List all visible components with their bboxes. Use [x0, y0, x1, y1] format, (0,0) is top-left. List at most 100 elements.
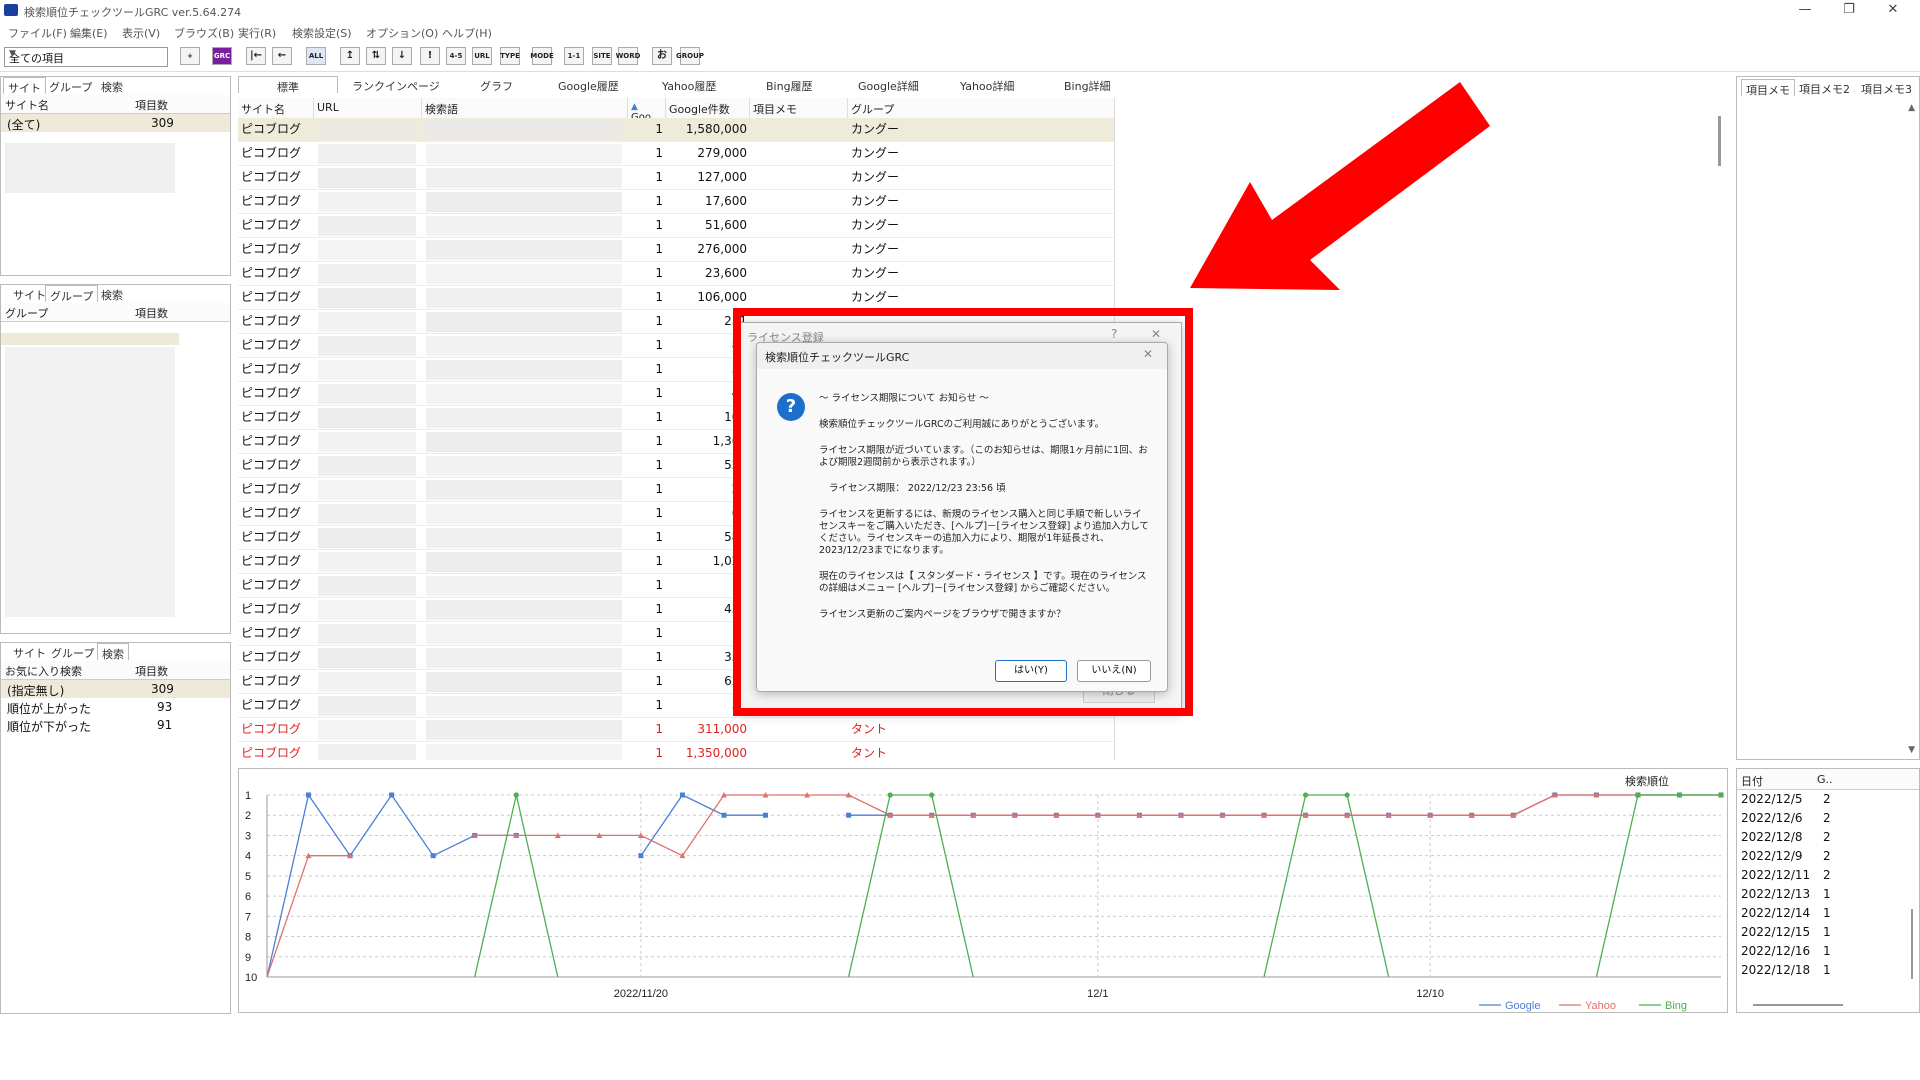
list-item[interactable]: (全て) 309	[1, 114, 230, 132]
date-hscrollbar[interactable]	[1753, 1004, 1843, 1006]
date-row[interactable]: 2022/12/9 2	[1737, 847, 1919, 866]
tab-group[interactable]: グループ	[45, 285, 99, 303]
data-point-bing	[887, 792, 893, 798]
table-row[interactable]: ピコブログ 1 51,600 カングー	[238, 214, 1114, 238]
cell-group: カングー	[851, 242, 900, 256]
tab-google-detail[interactable]: Google詳細	[854, 76, 923, 93]
cell-url-blurred	[318, 240, 416, 260]
close-icon[interactable]: ✕	[1143, 347, 1153, 361]
menu-run[interactable]: 実行(R)	[238, 25, 276, 41]
tab-yahoo-detail[interactable]: Yahoo詳細	[956, 76, 1018, 93]
tab-memo1[interactable]: 項目メモ	[1741, 79, 1795, 97]
down-button[interactable]: ↓	[392, 47, 412, 65]
table-row[interactable]: ピコブログ 1 276,000 カングー	[238, 238, 1114, 262]
all-button[interactable]: ALL	[306, 47, 326, 65]
date-row[interactable]: 2022/12/13 1	[1737, 885, 1919, 904]
header-keyword[interactable]: 検索語	[422, 98, 628, 118]
header-google-count[interactable]: Google件数	[666, 98, 750, 118]
group-button[interactable]: GROUP	[676, 47, 704, 65]
filter-select[interactable]: 全ての項目 ▼	[4, 47, 168, 67]
header-google-rank[interactable]: ▲ Goo..	[628, 98, 666, 123]
menu-options[interactable]: オプション(O)	[366, 25, 438, 41]
tab-search[interactable]: 検索	[97, 77, 127, 94]
range-button[interactable]: 4-5	[446, 47, 466, 65]
menu-browse[interactable]: ブラウズ(B)	[174, 25, 234, 41]
date-row[interactable]: 2022/12/16 1	[1737, 942, 1919, 961]
yes-button[interactable]: はい(Y)	[995, 660, 1067, 682]
date-row[interactable]: 2022/12/5 2	[1737, 790, 1919, 809]
favorite-name: 順位が上がった	[7, 702, 92, 716]
header-group[interactable]: グループ	[848, 98, 1114, 118]
type-button[interactable]: TYPE	[500, 47, 520, 65]
date-row[interactable]: 2022/12/15 1	[1737, 923, 1919, 942]
table-row[interactable]: ピコブログ 1 311,000 タント	[238, 718, 1114, 742]
date-row[interactable]: 2022/12/14 1	[1737, 904, 1919, 923]
table-row[interactable]: ピコブログ 1 106,000 カングー	[238, 286, 1114, 310]
table-row[interactable]: ピコブログ 1 1,350,000 タント	[238, 742, 1114, 760]
mode-button[interactable]: MODE	[530, 47, 554, 65]
tab-google-history[interactable]: Google履歴	[554, 76, 623, 93]
menu-search-settings[interactable]: 検索設定(S)	[292, 25, 352, 41]
table-row[interactable]: ピコブログ 1 23,600 カングー	[238, 262, 1114, 286]
list-item[interactable]: 順位が下がった 91	[1, 716, 230, 734]
table-row[interactable]: ピコブログ 1 17,600 カングー	[238, 190, 1114, 214]
date-row[interactable]: 2022/12/6 2	[1737, 809, 1919, 828]
date-row[interactable]: 2022/12/18 1	[1737, 961, 1919, 980]
grc-button[interactable]: GRC	[212, 47, 232, 65]
list-item[interactable]	[1, 333, 179, 345]
tab-yahoo-history[interactable]: Yahoo履歴	[658, 76, 720, 93]
up-button[interactable]: ↥	[340, 47, 360, 65]
cell-rank: 1	[655, 362, 663, 376]
tab-rank-in-page[interactable]: ランクインページ	[348, 76, 444, 93]
site-name: (全て)	[7, 118, 41, 132]
tab-graph[interactable]: グラフ	[476, 76, 517, 93]
tab-memo3[interactable]: 項目メモ3	[1857, 79, 1916, 96]
updown-button[interactable]: ⇅	[366, 47, 386, 65]
maximize-button[interactable]: ❐	[1834, 2, 1864, 20]
tab-site[interactable]: サイト	[9, 285, 50, 302]
back-button[interactable]: ←	[272, 47, 292, 65]
scroll-down-icon[interactable]: ▼	[1908, 745, 1915, 755]
tab-group[interactable]: グループ	[45, 77, 96, 94]
alert-button[interactable]: !	[420, 47, 440, 65]
header-site-name[interactable]: サイト名	[238, 98, 314, 118]
table-scrollbar[interactable]	[1718, 116, 1721, 166]
header-date: 日付	[1741, 775, 1763, 788]
header-url[interactable]: URL	[314, 98, 422, 118]
header-memo[interactable]: 項目メモ	[750, 98, 848, 118]
scroll-up-icon[interactable]: ▲	[1908, 103, 1915, 113]
tab-group[interactable]: グループ	[47, 643, 98, 660]
tab-site[interactable]: サイト	[3, 77, 46, 95]
menu-view[interactable]: 表示(V)	[122, 25, 160, 41]
url-button[interactable]: URL	[472, 47, 492, 65]
menu-edit[interactable]: 編集(E)	[70, 25, 108, 41]
table-row[interactable]: ピコブログ 1 1,580,000 カングー	[238, 118, 1114, 142]
list-item[interactable]: (指定無し) 309	[1, 680, 230, 698]
minimize-button[interactable]: —	[1790, 2, 1820, 20]
tab-bing-history[interactable]: Bing履歴	[762, 76, 817, 93]
site-button[interactable]: SITE	[592, 47, 612, 65]
add-button[interactable]: +	[180, 47, 200, 65]
date-list: 2022/12/5 2 2022/12/6 2 2022/12/8 2 2022/12/9 2…	[1737, 790, 1919, 980]
tab-search[interactable]: 検索	[97, 285, 127, 302]
g-value: 2	[1823, 868, 1831, 882]
first-button[interactable]: |←	[246, 47, 266, 65]
table-row[interactable]: ピコブログ 1 279,000 カングー	[238, 142, 1114, 166]
list-item[interactable]: 順位が上がった 93	[1, 698, 230, 716]
close-window-button[interactable]: ✕	[1878, 2, 1908, 20]
favorite-button[interactable]: お	[652, 47, 672, 65]
menu-help[interactable]: ヘルプ(H)	[442, 25, 492, 41]
tab-memo2[interactable]: 項目メモ2	[1795, 79, 1854, 96]
menu-file[interactable]: ファイル(F)	[8, 25, 67, 41]
date-vscrollbar[interactable]	[1911, 909, 1913, 979]
tab-standard[interactable]: 標準	[238, 76, 338, 94]
word-button[interactable]: WORD	[616, 47, 640, 65]
one-one-button[interactable]: 1-1	[564, 47, 584, 65]
tab-site[interactable]: サイト	[9, 643, 50, 660]
no-button[interactable]: いいえ(N)	[1077, 660, 1151, 682]
date-row[interactable]: 2022/12/11 2	[1737, 866, 1919, 885]
table-row[interactable]: ピコブログ 1 127,000 カングー	[238, 166, 1114, 190]
tab-bing-detail[interactable]: Bing詳細	[1060, 76, 1115, 93]
tab-search[interactable]: 検索	[97, 643, 129, 661]
date-row[interactable]: 2022/12/8 2	[1737, 828, 1919, 847]
